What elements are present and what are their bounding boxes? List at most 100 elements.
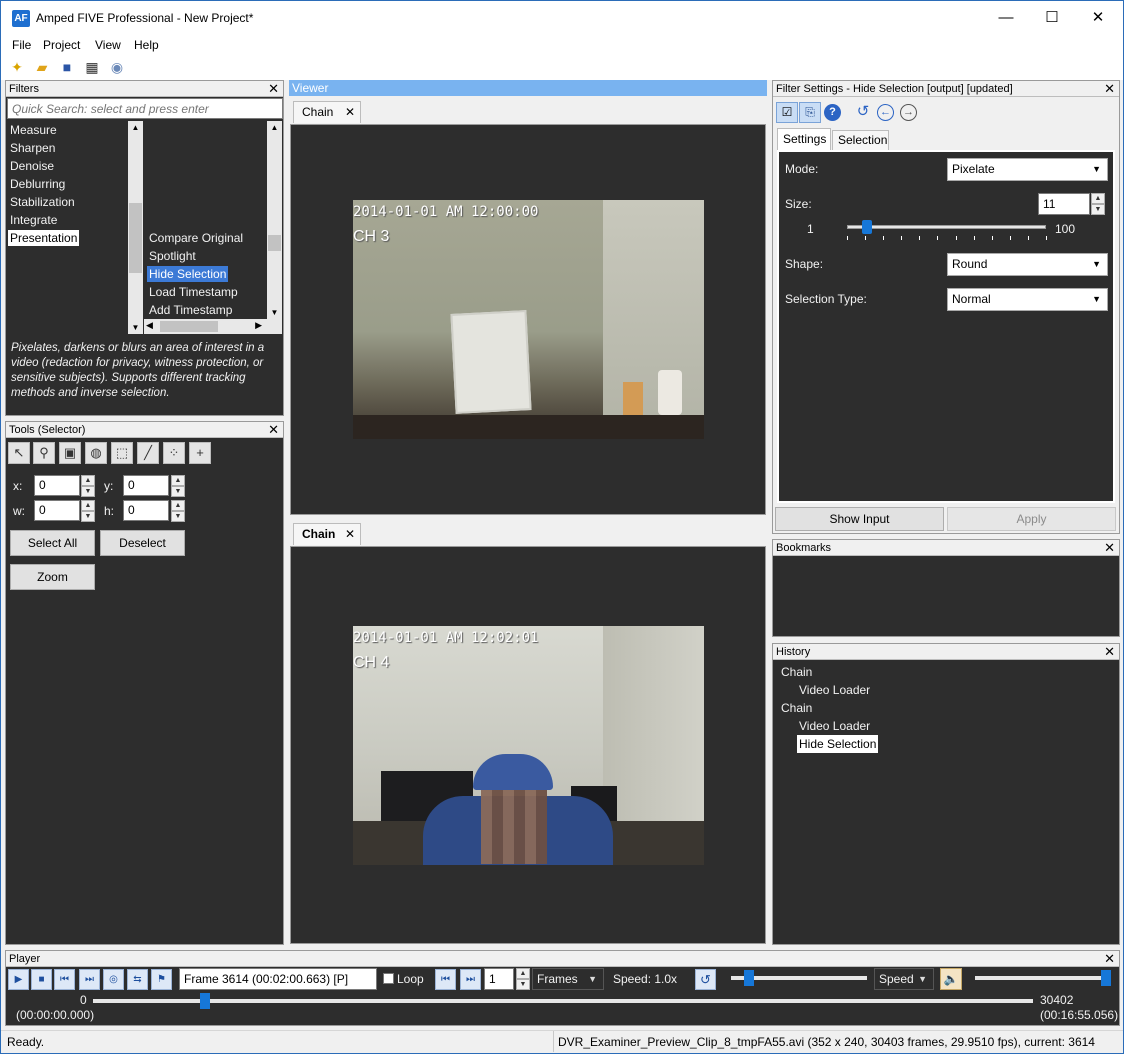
shape-select[interactable]: Round ▼ <box>947 253 1108 276</box>
filter-item-spotlight[interactable]: Spotlight <box>147 248 198 264</box>
filter-item-add-timestamp[interactable]: Add Timestamp <box>147 302 234 318</box>
history-item-chain[interactable]: Chain <box>781 663 812 681</box>
tab-close-icon[interactable]: ✕ <box>345 102 355 122</box>
stop-icon[interactable]: ■ <box>31 969 52 990</box>
x-down-icon[interactable]: ▼ <box>81 486 95 497</box>
w-field[interactable]: 0 <box>34 500 80 521</box>
reset-icon[interactable]: ↺ <box>854 103 872 121</box>
globe-tool-icon[interactable]: ◍ <box>85 442 107 464</box>
category-integrate[interactable]: Integrate <box>8 212 59 228</box>
position-slider-track[interactable] <box>93 999 1033 1003</box>
zoom-tool-icon[interactable]: ⚲ <box>33 442 55 464</box>
step-forward-icon[interactable]: ⏭ <box>460 969 481 990</box>
frame-display[interactable]: Frame 3614 (00:02:00.663) [P] <box>179 968 377 990</box>
select-all-button[interactable]: Select All <box>10 530 95 556</box>
menu-help[interactable]: Help <box>134 38 159 52</box>
h-down-icon[interactable]: ▼ <box>171 511 185 522</box>
filter-item-compare-original[interactable]: Compare Original <box>147 230 245 246</box>
film-icon[interactable]: ▦ <box>83 58 101 76</box>
step-back-icon[interactable]: ⏮ <box>435 969 456 990</box>
bookmark-flag-icon[interactable]: ⚑ <box>151 969 172 990</box>
filter-list-scrollbar[interactable]: ▲ ▼ <box>267 121 282 319</box>
step-unit-select[interactable]: Frames ▼ <box>532 968 604 990</box>
rectangle-tool-icon[interactable]: ⬚ <box>111 442 133 464</box>
x-up-icon[interactable]: ▲ <box>81 475 95 486</box>
save-icon[interactable]: ■ <box>58 58 76 76</box>
deselect-button[interactable]: Deselect <box>100 530 185 556</box>
history-item-hide-selection[interactable]: Hide Selection <box>797 735 879 753</box>
reset-speed-icon[interactable]: ↺ <box>695 969 716 990</box>
size-slider-track[interactable] <box>847 225 1046 229</box>
y-down-icon[interactable]: ▼ <box>171 486 185 497</box>
history-item-video-loader[interactable]: Video Loader <box>799 717 870 735</box>
filter-list-hscrollbar[interactable]: ◀ ▶ <box>144 319 282 334</box>
speed-mode-select[interactable]: Speed ▼ <box>874 968 934 990</box>
skip-end-icon[interactable]: ⏭ <box>79 969 100 990</box>
category-deblurring[interactable]: Deblurring <box>8 176 67 192</box>
next-icon[interactable]: → <box>900 104 917 121</box>
zoom-button[interactable]: Zoom <box>10 564 95 590</box>
loop-checkbox[interactable] <box>383 973 394 984</box>
play-icon[interactable]: ▶ <box>8 969 29 990</box>
category-denoise[interactable]: Denoise <box>8 158 56 174</box>
close-icon[interactable]: ✕ <box>1104 644 1115 660</box>
menu-file[interactable]: File <box>12 38 31 52</box>
image-tool-icon[interactable]: ▣ <box>59 442 81 464</box>
category-scrollbar[interactable]: ▲ ▼ <box>128 121 143 334</box>
copy-settings-icon[interactable]: ⎘ <box>799 102 821 123</box>
close-icon[interactable]: ✕ <box>1104 951 1115 967</box>
volume-slider-thumb[interactable] <box>1101 970 1111 986</box>
position-slider-thumb[interactable] <box>199 993 210 1009</box>
history-item-video-loader[interactable]: Video Loader <box>799 681 870 699</box>
step-up-icon[interactable]: ▲ <box>516 968 530 979</box>
volume-slider-track[interactable] <box>975 976 1111 980</box>
w-down-icon[interactable]: ▼ <box>81 511 95 522</box>
size-field[interactable]: 11 <box>1038 193 1090 215</box>
open-folder-icon[interactable]: ▰ <box>33 58 51 76</box>
size-down-icon[interactable]: ▼ <box>1091 204 1105 215</box>
mode-select[interactable]: Pixelate ▼ <box>947 158 1108 181</box>
tab-selection[interactable]: Selection <box>832 130 889 150</box>
x-field[interactable]: 0 <box>34 475 80 496</box>
step-field[interactable]: 1 <box>484 968 514 990</box>
menu-view[interactable]: View <box>95 38 121 52</box>
size-slider-thumb[interactable] <box>862 220 873 234</box>
filter-item-load-timestamp[interactable]: Load Timestamp <box>147 284 240 300</box>
pointer-tool-icon[interactable]: ↖ <box>8 442 30 464</box>
w-up-icon[interactable]: ▲ <box>81 500 95 511</box>
tab-chain-bottom[interactable]: Chain ✕ <box>293 523 361 545</box>
tab-chain-top[interactable]: Chain ✕ <box>293 101 361 123</box>
video-frame-bottom[interactable]: 2014-01-01 AM 12:02:01 CH 4 <box>353 626 704 865</box>
minimize-button[interactable]: — <box>983 1 1029 35</box>
close-icon[interactable]: ✕ <box>268 422 279 438</box>
category-sharpen[interactable]: Sharpen <box>8 140 57 156</box>
show-input-button[interactable]: Show Input <box>775 507 944 531</box>
step-down-icon[interactable]: ▼ <box>516 979 530 990</box>
close-icon[interactable]: ✕ <box>268 81 279 97</box>
y-field[interactable]: 0 <box>123 475 169 496</box>
points-tool-icon[interactable]: ⁘ <box>163 442 185 464</box>
new-project-icon[interactable]: ✦ <box>8 58 26 76</box>
y-up-icon[interactable]: ▲ <box>171 475 185 486</box>
category-presentation[interactable]: Presentation <box>8 230 80 246</box>
selection-type-select[interactable]: Normal ▼ <box>947 288 1108 311</box>
history-item-chain[interactable]: Chain <box>781 699 812 717</box>
close-window-button[interactable]: ✕ <box>1075 1 1121 35</box>
h-field[interactable]: 0 <box>123 500 169 521</box>
menu-project[interactable]: Project <box>43 38 80 52</box>
line-tool-icon[interactable]: ╱ <box>137 442 159 464</box>
apply-button[interactable]: Apply <box>947 507 1116 531</box>
export-icon[interactable]: ◉ <box>108 58 126 76</box>
checkbox-toggle-icon[interactable]: ☑ <box>776 102 798 123</box>
audio-icon[interactable]: 🔈 <box>940 968 962 990</box>
category-measure[interactable]: Measure <box>8 122 59 138</box>
close-icon[interactable]: ✕ <box>1104 81 1115 97</box>
category-stabilization[interactable]: Stabilization <box>8 194 77 210</box>
snapshot-icon[interactable]: ◎ <box>103 969 124 990</box>
previous-icon[interactable]: ← <box>877 104 894 121</box>
filter-item-hide-selection[interactable]: Hide Selection <box>147 266 229 282</box>
filter-search-input[interactable] <box>7 98 283 119</box>
speed-slider-thumb[interactable] <box>744 970 754 986</box>
close-icon[interactable]: ✕ <box>1104 540 1115 556</box>
crosshair-tool-icon[interactable]: + <box>189 442 211 464</box>
